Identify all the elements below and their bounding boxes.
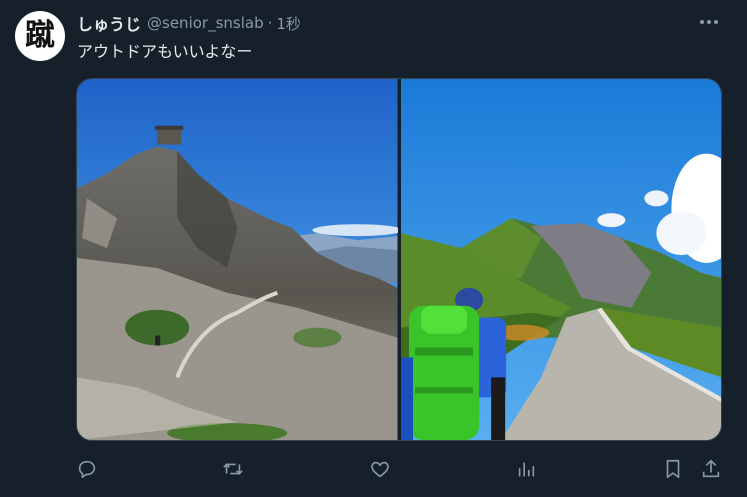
tweet-header: しゅうじ @senior_snslab · 1秒 (77, 12, 301, 34)
user-handle[interactable]: @senior_snslab (147, 14, 264, 32)
media-photo-2[interactable] (400, 79, 721, 440)
tweet-actions (76, 456, 726, 482)
more-options-button[interactable] (695, 12, 723, 32)
share-button[interactable] (700, 456, 722, 482)
views-button[interactable] (515, 456, 537, 482)
like-button[interactable] (369, 456, 391, 482)
timestamp[interactable]: 1秒 (276, 13, 301, 34)
bookmark-icon (666, 459, 680, 479)
avatar[interactable]: 蹴 (15, 11, 65, 61)
avatar-glyph: 蹴 (25, 18, 55, 53)
mountain-summit-image (77, 79, 398, 440)
tweet-text: アウトドアもいいよなー (77, 42, 253, 61)
analytics-icon (518, 462, 535, 477)
hiker-road-image (400, 79, 721, 440)
media-photo-1[interactable] (77, 79, 398, 440)
share-icon (702, 459, 720, 478)
reply-button[interactable] (76, 456, 98, 482)
media-grid (76, 78, 722, 441)
heart-icon (371, 461, 389, 478)
display-name[interactable]: しゅうじ (77, 11, 141, 35)
more-horizontal-icon (700, 20, 718, 24)
bookmark-button[interactable] (662, 456, 684, 482)
retweet-button[interactable] (221, 456, 245, 482)
separator-dot: · (267, 14, 273, 32)
reply-icon (78, 460, 96, 479)
retweet-icon (223, 463, 243, 475)
